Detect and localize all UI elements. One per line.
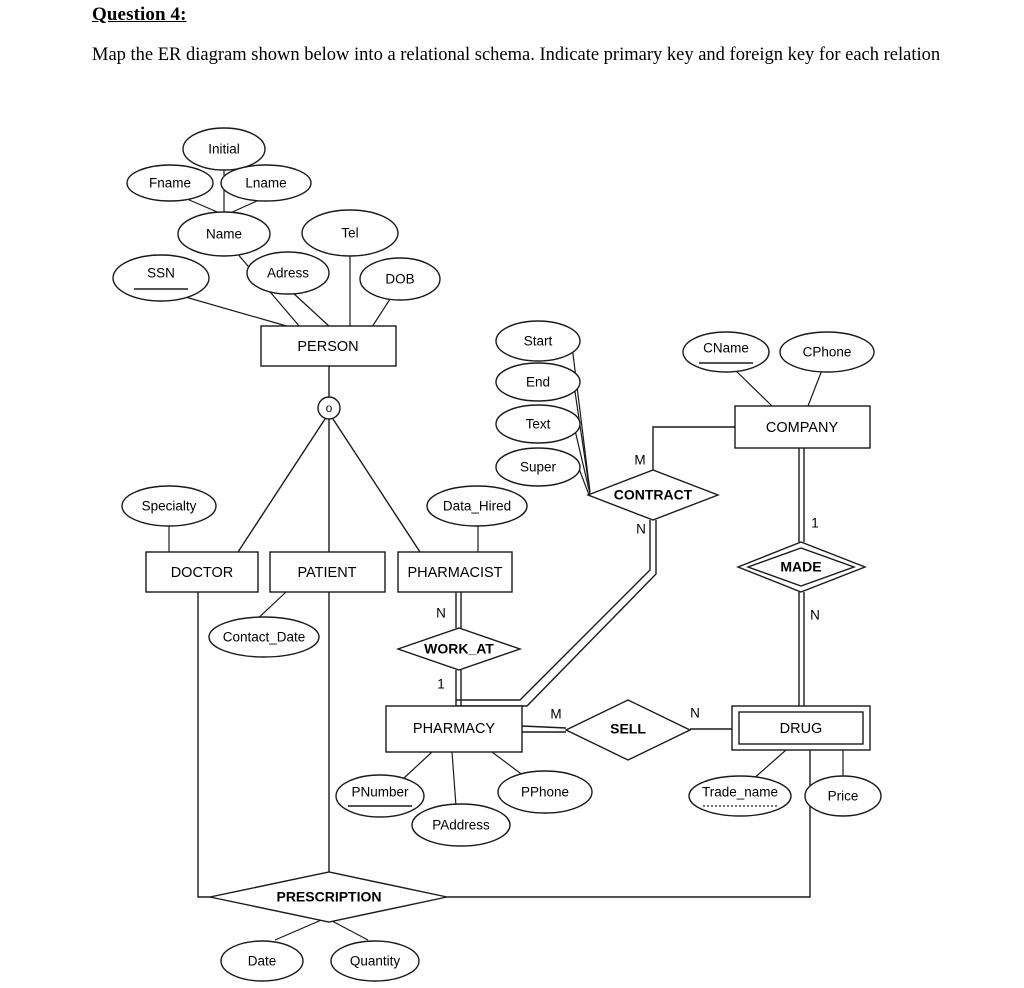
specialization-symbol: o	[326, 401, 333, 415]
relationship-work-at-label: WORK_AT	[424, 641, 494, 657]
entity-drug: DRUG	[731, 705, 871, 751]
er-diagram-canvas: Initial Fname Lname Name SSN Adress Tel	[112, 127, 882, 982]
attribute-super: Super	[495, 447, 581, 487]
attribute-pphone: PPhone	[497, 770, 593, 814]
attribute-contact-date: Contact_Date	[208, 616, 320, 658]
relationship-prescription-label: PRESCRIPTION	[276, 889, 381, 905]
attribute-paddress: PAddress	[411, 803, 511, 847]
attribute-end-label: End	[526, 375, 550, 390]
attribute-initial-label: Initial	[208, 142, 240, 157]
attribute-tel: Tel	[301, 209, 399, 257]
attribute-trade-name-label: Trade_name	[702, 785, 778, 800]
relationship-sell-label: SELL	[610, 721, 646, 737]
attribute-price-label: Price	[828, 789, 859, 804]
attribute-date-label: Date	[248, 954, 277, 969]
attribute-contact-date-label: Contact_Date	[223, 630, 306, 645]
attribute-quantity: Quantity	[330, 940, 420, 982]
attribute-data-hired-label: Data_Hired	[443, 499, 511, 514]
entity-pharmacist-label: PHARMACIST	[407, 565, 502, 581]
attribute-lname-label: Lname	[245, 176, 286, 191]
er-diagram-page: Question 4: Map the ER diagram shown bel…	[0, 0, 1024, 988]
attribute-price: Price	[804, 775, 882, 817]
specialization-circle: o	[317, 396, 341, 420]
attribute-fname-label: Fname	[149, 176, 191, 191]
relationship-made: MADE	[736, 541, 867, 593]
attribute-name-label: Name	[206, 227, 242, 242]
entity-pharmacy-label: PHARMACY	[413, 721, 496, 737]
attribute-pnumber: PNumber	[335, 774, 425, 818]
entity-doctor: DOCTOR	[145, 551, 259, 593]
relationship-work-at: WORK_AT	[395, 627, 523, 671]
relationship-contract: CONTRACT	[586, 469, 720, 521]
attribute-initial: Initial	[182, 127, 266, 171]
cardinality-work-at-pharmacist: N	[436, 606, 446, 621]
attribute-start-label: Start	[524, 334, 553, 349]
attribute-specialty: Specialty	[121, 485, 217, 527]
attribute-name: Name	[177, 211, 271, 257]
attribute-data-hired: Data_Hired	[426, 485, 528, 527]
attribute-cphone: CPhone	[779, 331, 875, 373]
attribute-cname: CName	[682, 331, 770, 373]
attribute-cphone-label: CPhone	[803, 345, 852, 360]
cardinality-made-company: 1	[811, 516, 819, 531]
attribute-end: End	[495, 362, 581, 402]
entity-patient: PATIENT	[269, 551, 386, 593]
relationship-made-label: MADE	[780, 559, 821, 575]
attribute-text: Text	[495, 404, 581, 444]
attribute-cname-label: CName	[703, 341, 749, 356]
cardinality-sell-drug: N	[690, 706, 700, 721]
relationship-contract-label: CONTRACT	[614, 487, 693, 503]
attribute-super-label: Super	[520, 460, 557, 475]
attribute-trade-name: Trade_name	[688, 775, 792, 817]
attribute-adress: Adress	[246, 251, 330, 295]
attribute-lname: Lname	[220, 164, 312, 202]
attribute-ssn: SSN	[112, 254, 210, 302]
cardinality-sell-pharmacy: M	[550, 707, 561, 722]
entity-pharmacy: PHARMACY	[385, 705, 523, 753]
attribute-text-label: Text	[526, 417, 551, 432]
entity-drug-label: DRUG	[780, 721, 823, 737]
attribute-quantity-label: Quantity	[350, 954, 401, 969]
entity-patient-label: PATIENT	[297, 565, 356, 581]
attribute-pnumber-label: PNumber	[351, 785, 409, 800]
entity-person: PERSON	[260, 325, 397, 367]
entity-company-label: COMPANY	[766, 420, 839, 436]
attribute-specialty-label: Specialty	[142, 499, 197, 514]
attribute-tel-label: Tel	[341, 226, 358, 241]
attribute-dob: DOB	[359, 257, 441, 301]
attribute-adress-label: Adress	[267, 266, 309, 281]
cardinality-work-at-pharmacy: 1	[437, 677, 445, 692]
cardinality-made-drug: N	[810, 608, 820, 623]
cardinality-contract-pharmacist: N	[636, 522, 646, 537]
attribute-pphone-label: PPhone	[521, 785, 569, 800]
entity-doctor-label: DOCTOR	[171, 565, 234, 581]
attribute-dob-label: DOB	[385, 272, 414, 287]
attribute-date: Date	[220, 940, 304, 982]
attribute-ssn-label: SSN	[147, 266, 175, 281]
entity-company: COMPANY	[734, 405, 871, 449]
attribute-paddress-label: PAddress	[432, 818, 490, 833]
entity-person-label: PERSON	[297, 339, 358, 355]
relationship-sell: SELL	[564, 699, 692, 761]
attribute-start: Start	[495, 320, 581, 362]
cardinality-contract-company: M	[634, 453, 645, 468]
entity-pharmacist: PHARMACIST	[397, 551, 513, 593]
relationship-prescription: PRESCRIPTION	[209, 871, 448, 923]
attribute-fname: Fname	[126, 164, 214, 202]
